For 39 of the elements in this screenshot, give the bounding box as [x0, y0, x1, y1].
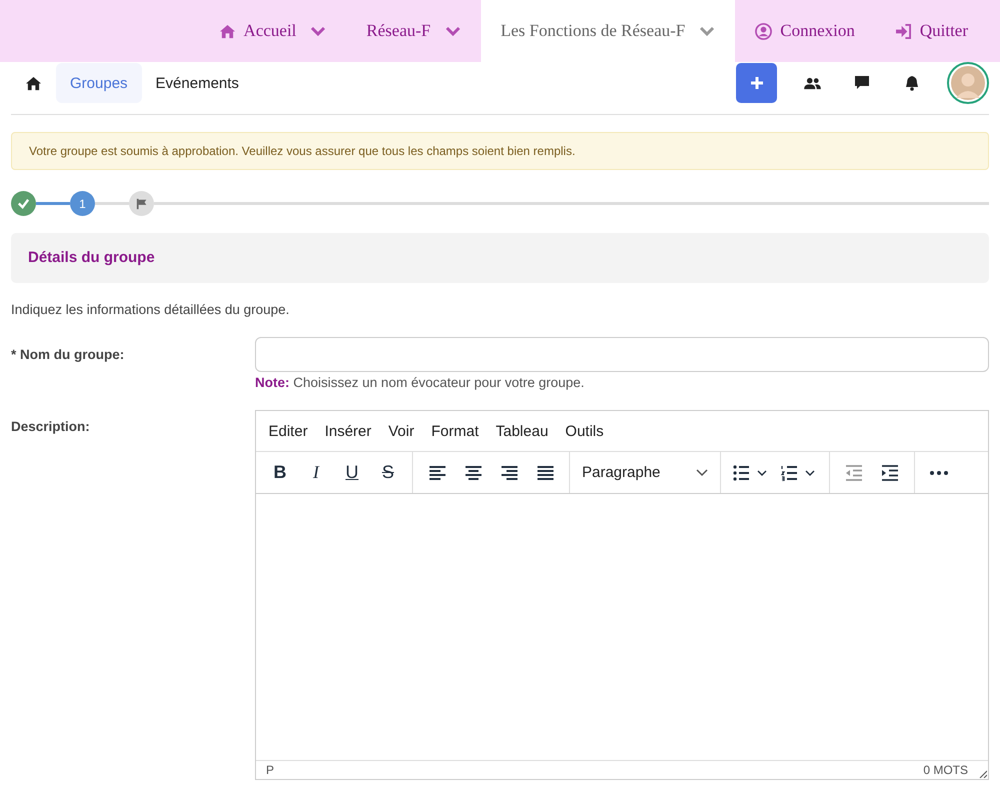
step-indicator: 1	[70, 191, 95, 216]
note-label: Note:	[255, 375, 290, 390]
block-format-dropdown[interactable]: Paragraphe	[576, 456, 714, 490]
top-nav-link[interactable]: Connexion	[735, 0, 875, 62]
user-icon	[755, 22, 772, 40]
strike-button[interactable]: S	[370, 456, 406, 490]
field-label: Description:	[11, 418, 91, 436]
sign-out-icon	[894, 24, 912, 38]
top-nav-link[interactable]: Quitter	[874, 0, 988, 62]
intro-text: Indiquez les informations détaillées du groupe.	[11, 302, 290, 317]
top-nav-link[interactable]: Accueil	[198, 0, 346, 62]
avatar[interactable]	[947, 62, 989, 104]
chevron-icon	[696, 468, 708, 476]
plus-icon	[748, 75, 764, 91]
section-title: Détails du groupe	[28, 249, 155, 266]
top-nav-link[interactable]: Réseau-F	[346, 0, 481, 62]
menu-item[interactable]: Outils	[556, 422, 612, 440]
home-icon	[218, 24, 236, 38]
menu-item[interactable]: Tableau	[487, 422, 557, 440]
group-name-input[interactable]	[255, 337, 989, 372]
approval-alert: Votre groupe est soumis à approbation. Veuillez vous assurer que tous les champs soient bien remplis.	[11, 132, 989, 170]
nav-tab[interactable]: Groupes	[56, 63, 142, 103]
nav-tab[interactable]: Evénements	[142, 63, 253, 103]
home-icon	[25, 76, 42, 90]
menu-item[interactable]: Insérer	[316, 422, 380, 440]
element-path: P	[266, 763, 274, 777]
note-text: Choisissez un nom évocateur pour votre groupe.	[293, 375, 584, 390]
menu-item[interactable]: Editer	[260, 422, 316, 440]
bold-button[interactable]: B	[262, 456, 298, 490]
top-nav-link[interactable]: Les Fonctions de Réseau-F	[480, 0, 736, 62]
menu-item[interactable]: Format	[422, 422, 488, 440]
word-count: 0 MOTS	[923, 763, 968, 777]
italic-button[interactable]: I	[298, 456, 334, 490]
add-button[interactable]	[736, 63, 777, 103]
menu-item[interactable]: Voir	[380, 422, 423, 440]
field-label: * Nom du groupe:	[11, 346, 126, 364]
step-complete-icon	[11, 191, 36, 216]
resize-handle-icon[interactable]	[979, 770, 987, 778]
underline-button[interactable]: U	[334, 456, 370, 490]
